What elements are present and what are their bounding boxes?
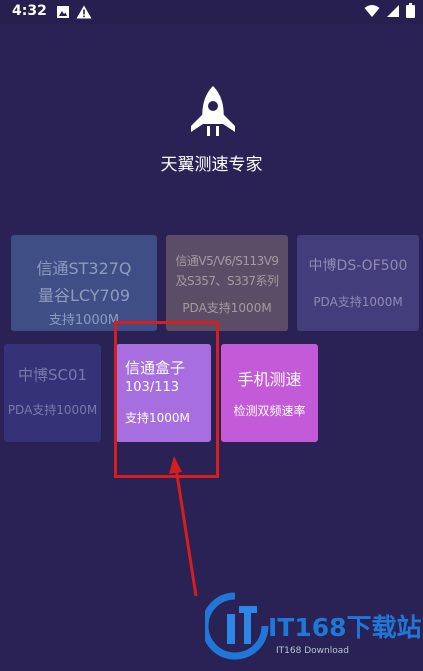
battery-icon (406, 3, 415, 22)
card-line: 量谷LCY709 (37, 286, 131, 305)
card-line: 中博DS-OF500 (308, 258, 408, 274)
wifi-icon (364, 3, 380, 22)
card-line: 信通V5/V6/S113V9 (175, 254, 279, 268)
device-card-zhongbo-sc01[interactable]: 中博SC01 PDA支持1000M (4, 344, 101, 442)
device-card-xintong-st327q[interactable]: 信通ST327Q 量谷LCY709 支持1000M (11, 235, 157, 331)
status-time: 4:32 (12, 3, 47, 19)
card-line: 信通ST327Q (36, 259, 132, 278)
status-bar: 4:32 (0, 0, 423, 24)
card-line: 手机测速 (237, 370, 302, 389)
card-line: PDA支持1000M (182, 301, 272, 315)
watermark-brand: IT168下载站 (268, 613, 422, 642)
card-line: 检测双频速率 (233, 404, 306, 418)
app-title: 天翼测速专家 (160, 155, 263, 175)
card-line: 中博SC01 (17, 366, 88, 384)
card-line: PDA支持1000M (7, 403, 98, 417)
warning-icon (76, 4, 92, 23)
card-line: 及S357、S337系列 (175, 274, 279, 288)
device-card-xintong-v5[interactable]: 信通V5/V6/S113V9 及S357、S337系列 PDA支持1000M (166, 235, 288, 331)
device-card-zhongbo-ds-of500[interactable]: 中博DS-OF500 PDA支持1000M (297, 235, 419, 331)
highlight-box (114, 321, 219, 478)
card-line: PDA支持1000M (313, 295, 403, 309)
phone-speedtest-card[interactable]: 手机测速 检测双频速率 (221, 344, 318, 442)
image-notification-icon (56, 4, 70, 23)
rocket-icon (185, 84, 241, 140)
watermark-subtitle: IT168 Download (276, 646, 349, 656)
signal-icon (386, 3, 400, 22)
